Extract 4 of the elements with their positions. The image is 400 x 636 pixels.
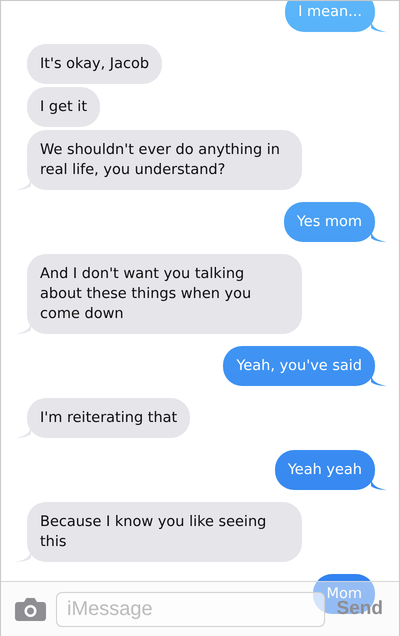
- camera-icon[interactable]: [15, 597, 46, 621]
- message-field[interactable]: iMessage: [56, 592, 325, 626]
- message-bubble: It's okay, Jacob: [27, 44, 162, 84]
- message-bubble: I get it: [27, 87, 100, 127]
